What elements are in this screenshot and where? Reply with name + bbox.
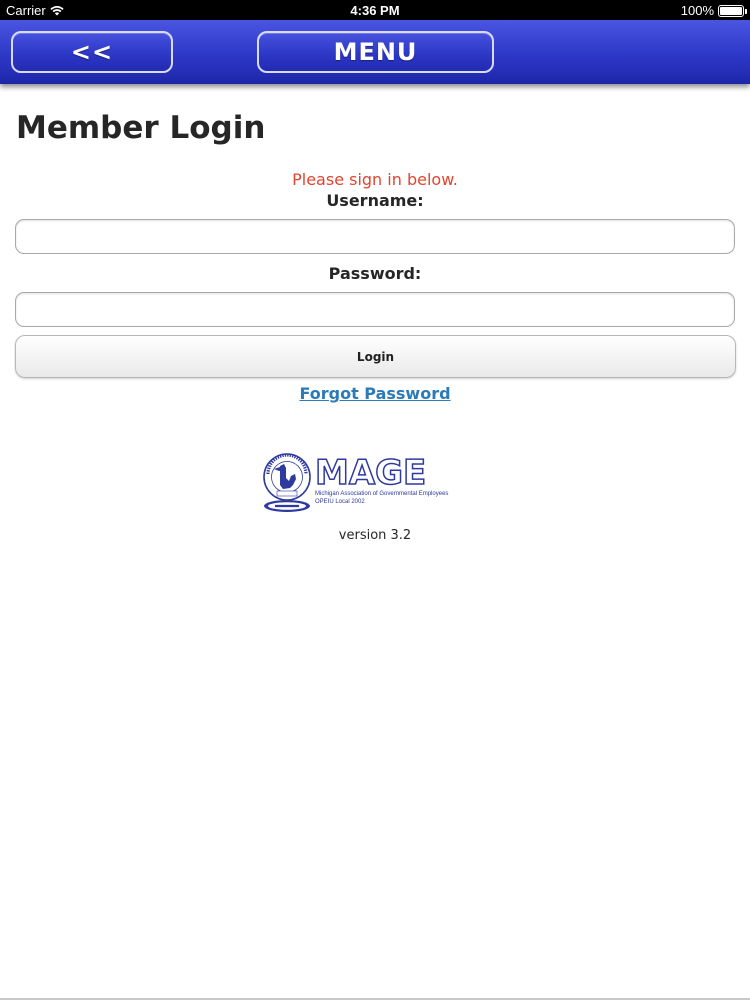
login-button[interactable]: Login: [15, 335, 736, 378]
union-seal-icon: [263, 453, 311, 512]
version-label: version 3.2: [338, 528, 412, 543]
forgot-password-link-row: Forgot Password: [0, 384, 750, 403]
nav-header: << MENU: [0, 20, 750, 84]
status-bar: Carrier 4:36 PM 100%: [0, 0, 750, 20]
battery-percent: 100%: [680, 3, 714, 18]
battery-fill: [720, 6, 742, 15]
logo-wordmark: MAGE: [314, 453, 427, 493]
logo-line-2: OPEIU Local 2002: [315, 499, 365, 505]
sign-in-prompt: Please sign in below.: [292, 170, 458, 189]
password-input[interactable]: [15, 292, 735, 327]
username-label: Username:: [326, 191, 424, 210]
mage-logo: MAGE Michigan Association of Governmenta…: [262, 452, 488, 514]
username-input[interactable]: [15, 219, 735, 254]
logo-text: MAGE Michigan Association of Governmenta…: [314, 453, 490, 506]
logo-line-1: Michigan Association of Governmental Emp…: [315, 491, 449, 497]
forgot-password-link[interactable]: Forgot Password: [299, 384, 450, 403]
status-time: 4:36 PM: [350, 3, 400, 18]
status-right: 100%: [680, 3, 747, 18]
battery-icon: [718, 4, 747, 17]
page-title: Member Login: [16, 110, 266, 146]
back-button[interactable]: <<: [11, 31, 173, 73]
menu-button[interactable]: MENU: [257, 31, 494, 73]
password-label: Password:: [328, 264, 422, 283]
